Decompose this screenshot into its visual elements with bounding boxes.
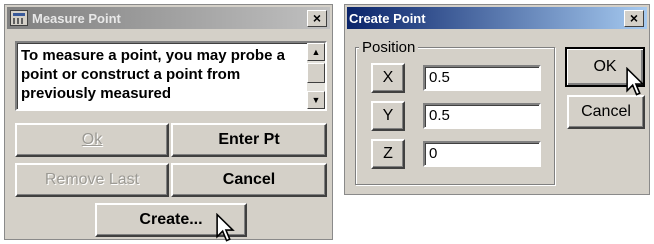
remove-last-button-label: Remove Last xyxy=(44,171,140,188)
enter-pt-button[interactable]: Enter Pt xyxy=(171,123,327,157)
window-title: Measure Point xyxy=(32,10,121,26)
cancel-button[interactable]: Cancel xyxy=(567,95,645,129)
ok-button-label: OK xyxy=(593,58,617,75)
scroll-thumb[interactable] xyxy=(307,63,325,83)
cancel-button-label: Cancel xyxy=(222,171,276,188)
instructions-textbox[interactable]: To measure a point, you may probe a poin… xyxy=(15,41,327,111)
measure-point-dialog: Measure Point × To measure a point, you … xyxy=(4,4,333,242)
cancel-button[interactable]: Cancel xyxy=(171,163,327,197)
vertical-scrollbar[interactable]: ▲ ▼ xyxy=(307,43,325,109)
create-button-label: Create... xyxy=(139,211,203,228)
z-axis-label: Z xyxy=(383,145,393,162)
y-axis-label: Y xyxy=(382,107,394,124)
measure-point-titlebar[interactable]: Measure Point × xyxy=(7,7,330,29)
close-button[interactable]: × xyxy=(307,10,327,27)
z-value-field[interactable]: 0 xyxy=(423,141,541,167)
y-axis-button[interactable]: Y xyxy=(371,101,405,131)
remove-last-button[interactable]: Remove Last xyxy=(15,163,169,197)
create-point-titlebar[interactable]: Create Point × xyxy=(347,7,647,29)
close-button[interactable]: × xyxy=(624,10,644,27)
enter-pt-button-label: Enter Pt xyxy=(218,131,280,148)
calculator-icon xyxy=(10,10,28,26)
x-axis-button[interactable]: X xyxy=(371,63,405,93)
ok-button[interactable]: Ok xyxy=(15,123,169,157)
ok-button[interactable]: OK xyxy=(565,47,645,87)
create-button[interactable]: Create... xyxy=(95,203,247,237)
instructions-text: To measure a point, you may probe a poin… xyxy=(21,47,285,102)
create-point-dialog: Create Point × Position X 0.5 Y 0.5 Z 0 … xyxy=(344,4,650,195)
window-title: Create Point xyxy=(349,10,426,26)
y-value-field[interactable]: 0.5 xyxy=(423,103,541,129)
x-axis-label: X xyxy=(382,69,394,86)
ok-button-label: Ok xyxy=(81,131,103,148)
position-group-label: Position xyxy=(359,39,419,56)
cancel-button-label: Cancel xyxy=(581,103,631,120)
z-axis-button[interactable]: Z xyxy=(371,139,405,169)
x-value-field[interactable]: 0.5 xyxy=(423,65,541,91)
scroll-down-arrow-icon[interactable]: ▼ xyxy=(307,91,325,109)
scroll-up-arrow-icon[interactable]: ▲ xyxy=(307,43,325,61)
